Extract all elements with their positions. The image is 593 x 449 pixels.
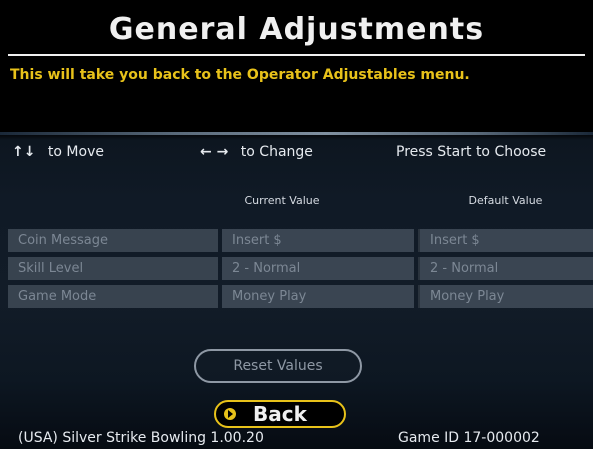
setting-default-value: 2 - Normal (418, 257, 593, 280)
default-value-header: Default Value (468, 194, 543, 207)
control-hints: ↑↓ to Move ← → to Change Press Start to … (0, 140, 593, 164)
setting-default-value: Insert $ (418, 229, 593, 252)
setting-label: Game Mode (8, 285, 218, 308)
back-button[interactable]: Back (214, 400, 346, 428)
current-value-header: Current Value (244, 194, 320, 207)
setting-label: Coin Message (8, 229, 218, 252)
setting-row-game-mode[interactable]: Game Mode Money Play Money Play (0, 285, 593, 308)
page-title: General Adjustments (108, 12, 485, 47)
game-id: Game ID 17-000002 (398, 430, 540, 446)
title-divider (8, 54, 585, 56)
setting-current-value[interactable]: Insert $ (222, 229, 414, 252)
operator-screen: General Adjustments This will take you b… (0, 0, 593, 449)
help-text: This will take you back to the Operator … (10, 67, 470, 83)
setting-current-value[interactable]: 2 - Normal (222, 257, 414, 280)
chevron-right-icon (224, 408, 236, 420)
setting-row-coin-message[interactable]: Coin Message Insert $ Insert $ (0, 229, 593, 252)
setting-current-value[interactable]: Money Play (222, 285, 414, 308)
reset-values-button[interactable]: Reset Values (194, 349, 362, 383)
version-info: (USA) Silver Strike Bowling 1.00.20 (18, 430, 264, 446)
move-hint: ↑↓ to Move (12, 140, 104, 164)
setting-row-skill-level[interactable]: Skill Level 2 - Normal 2 - Normal (0, 257, 593, 280)
setting-default-value: Money Play (418, 285, 593, 308)
back-button-label: Back (253, 402, 307, 426)
choose-hint: Press Start to Choose (396, 140, 546, 164)
left-right-arrows-icon: ← → (200, 144, 229, 160)
change-hint: ← → to Change (200, 140, 313, 164)
change-hint-label: to Change (240, 144, 313, 160)
choose-hint-label: Press Start to Choose (396, 144, 547, 160)
panel-divider (0, 132, 593, 135)
up-down-arrows-icon: ↑↓ (12, 144, 36, 160)
move-hint-label: to Move (47, 144, 104, 160)
setting-label: Skill Level (8, 257, 218, 280)
